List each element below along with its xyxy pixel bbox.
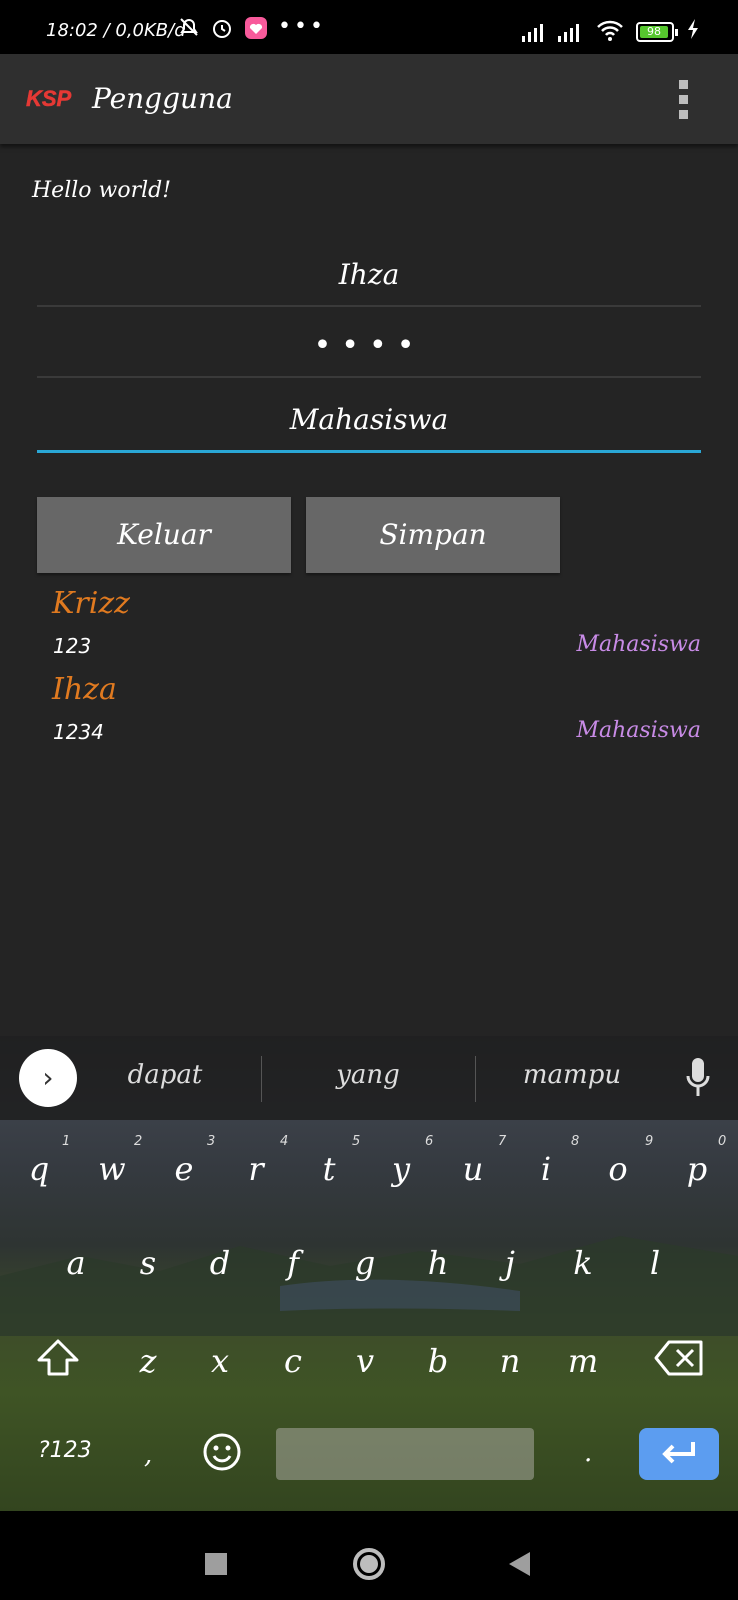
enter-icon <box>662 1442 695 1464</box>
suggestion-1[interactable]: dapat <box>85 1060 245 1090</box>
key-o[interactable]: o <box>588 1150 648 1188</box>
user-role: Mahasiswa <box>576 632 702 657</box>
backspace-icon[interactable] <box>654 1340 704 1380</box>
simpan-button[interactable]: Simpan <box>306 497 560 573</box>
mute-icon <box>178 16 200 44</box>
key-w[interactable]: w <box>82 1150 142 1188</box>
key-k[interactable]: k <box>553 1244 613 1282</box>
overflow-menu-icon[interactable] <box>679 80 691 120</box>
space-bar[interactable] <box>276 1428 534 1480</box>
key-n[interactable]: n <box>480 1342 540 1380</box>
key-j[interactable]: j <box>480 1244 540 1282</box>
key-c[interactable]: c <box>263 1342 323 1380</box>
suggestion-bar: › dapat yang mampu <box>0 1036 738 1120</box>
password-field[interactable]: •••• <box>37 316 701 378</box>
symbols-key[interactable]: ?123 <box>38 1438 92 1463</box>
charging-icon <box>686 18 700 46</box>
key-s[interactable]: s <box>118 1244 178 1282</box>
battery-icon: 98 <box>636 22 678 42</box>
key-x[interactable]: x <box>190 1342 250 1380</box>
recents-icon[interactable] <box>205 1553 227 1575</box>
key-hint: 8 <box>571 1134 580 1149</box>
suggestion-2[interactable]: yang <box>288 1060 448 1090</box>
key-hint: 1 <box>62 1134 71 1149</box>
hello-text: Hello world! <box>32 178 172 203</box>
user-name: Krizz <box>52 586 130 621</box>
key-i[interactable]: i <box>516 1150 576 1188</box>
enter-button[interactable] <box>639 1428 719 1480</box>
user-role: Mahasiswa <box>576 718 702 743</box>
suggestion-3[interactable]: mampu <box>492 1060 652 1090</box>
password-mask: •••• <box>313 328 425 363</box>
user-password: 123 <box>53 634 92 658</box>
key-m[interactable]: m <box>553 1342 613 1380</box>
status-time: 18:02 / 0,0KB/d <box>46 20 186 41</box>
alarm-icon <box>210 16 234 46</box>
key-hint: 4 <box>280 1134 289 1149</box>
suggestion-divider <box>475 1056 476 1102</box>
navigation-bar <box>0 1511 738 1600</box>
key-z[interactable]: z <box>118 1342 178 1380</box>
key-p[interactable]: p <box>667 1150 727 1188</box>
key-y[interactable]: y <box>371 1150 431 1188</box>
user-name: Ihza <box>52 672 117 707</box>
key-hint: 9 <box>645 1134 654 1149</box>
app-notification-icon <box>244 16 268 46</box>
key-f[interactable]: f <box>263 1244 323 1282</box>
key-v[interactable]: v <box>335 1342 395 1380</box>
key-hint: 3 <box>207 1134 216 1149</box>
more-notifications-icon: ••• <box>278 14 326 39</box>
username-field[interactable]: Ihza <box>37 245 701 307</box>
home-icon[interactable] <box>352 1547 386 1585</box>
ksp-logo: KSP <box>26 86 80 114</box>
key-comma[interactable]: , <box>144 1440 152 1470</box>
key-l[interactable]: l <box>625 1244 685 1282</box>
svg-text:KSP: KSP <box>26 86 72 110</box>
wifi-icon <box>597 20 623 48</box>
microphone-icon[interactable] <box>686 1058 710 1098</box>
shift-icon[interactable] <box>36 1338 80 1382</box>
key-q[interactable]: q <box>9 1150 69 1188</box>
back-icon[interactable] <box>508 1551 532 1581</box>
key-a[interactable]: a <box>46 1244 106 1282</box>
key-hint: 2 <box>134 1134 143 1149</box>
key-g[interactable]: g <box>335 1244 395 1282</box>
signal-icon-2 <box>558 22 579 42</box>
key-hint: 6 <box>425 1134 434 1149</box>
key-u[interactable]: u <box>443 1150 503 1188</box>
key-e[interactable]: e <box>154 1150 214 1188</box>
role-field[interactable]: Mahasiswa <box>37 390 701 453</box>
key-t[interactable]: t <box>299 1150 359 1188</box>
key-h[interactable]: h <box>408 1244 468 1282</box>
suggestion-divider <box>261 1056 262 1102</box>
emoji-icon[interactable] <box>202 1432 242 1476</box>
battery-level: 98 <box>640 26 668 38</box>
key-r[interactable]: r <box>226 1150 286 1188</box>
key-hint: 7 <box>498 1134 507 1149</box>
key-hint: 0 <box>718 1134 727 1149</box>
signal-icon-1 <box>522 22 543 42</box>
keluar-button[interactable]: Keluar <box>37 497 291 573</box>
key-hint: 5 <box>352 1134 361 1149</box>
app-title: Pengguna <box>92 82 233 115</box>
expand-toolbar-button[interactable]: › <box>19 1049 77 1107</box>
status-bar: 18:02 / 0,0KB/d ••• 98 <box>0 0 738 54</box>
key-b[interactable]: b <box>408 1342 468 1380</box>
key-period[interactable]: . <box>584 1438 592 1468</box>
key-d[interactable]: d <box>190 1244 250 1282</box>
user-password: 1234 <box>53 720 104 744</box>
